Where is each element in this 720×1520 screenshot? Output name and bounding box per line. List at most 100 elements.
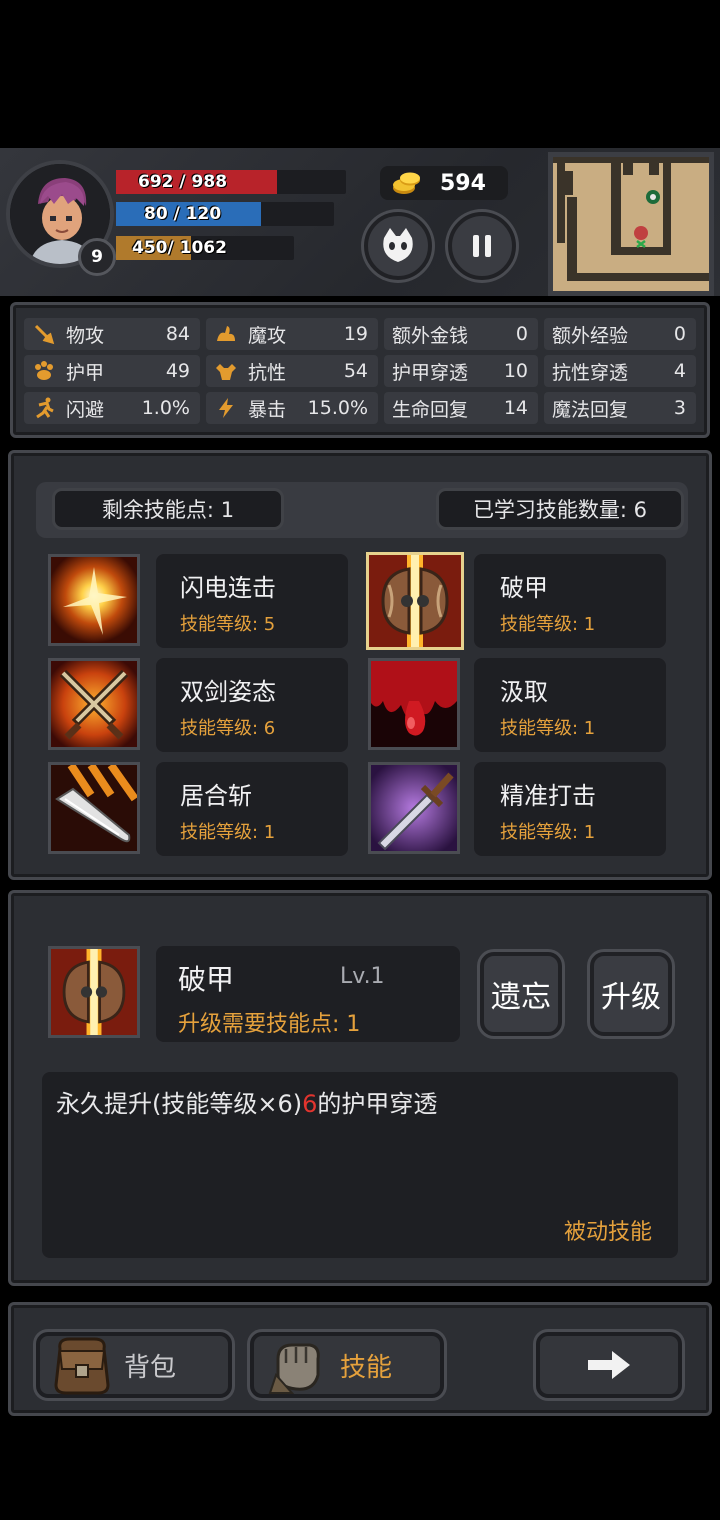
forget-button[interactable]: 遗忘 — [480, 952, 562, 1036]
skill-level: 技能等级: 1 — [500, 718, 596, 739]
backpack-icon — [54, 1337, 110, 1395]
skill-name: 双剑姿态 — [180, 678, 276, 706]
bag-button[interactable]: 背包 — [36, 1332, 232, 1398]
skill-icon-dual-sword-stance[interactable] — [48, 658, 140, 750]
desc-suffix: 的护甲穿透 — [317, 1090, 438, 1118]
upgrade-cost: 升级需要技能点: 1 — [178, 1012, 361, 1037]
skill-level: 技能等级: 1 — [180, 822, 276, 843]
stat-value: 54 — [343, 360, 368, 382]
stat-label: 魔法回复 — [552, 398, 629, 421]
desc-value: 6 — [302, 1090, 318, 1118]
stat-label: 抗性 — [248, 361, 287, 384]
stats-grid: 物攻 84 魔攻 19 额外金钱 0 额外经验 0 护甲 49 抗性 54 护甲… — [24, 318, 696, 426]
stat-value: 15.0% — [307, 397, 368, 419]
detail-skill-name: 破甲 — [178, 963, 235, 996]
skill-icon-iai-slash[interactable] — [48, 762, 140, 854]
skills-button[interactable]: 技能 — [250, 1332, 444, 1398]
sword-icon — [32, 322, 56, 346]
stat-value: 84 — [165, 323, 190, 345]
stat-label: 护甲穿透 — [392, 361, 469, 384]
stat-label: 魔攻 — [248, 324, 287, 347]
learned-skill-count: 已学习技能数量: 6 — [436, 488, 684, 530]
minimap[interactable] — [548, 152, 714, 296]
stat-resistance: 抗性 54 — [206, 355, 378, 387]
precise-sword-icon — [371, 765, 457, 851]
xp-text: 450 / 1062 — [132, 236, 227, 260]
runner-icon — [32, 396, 56, 420]
skill-icon-lightning-combo[interactable] — [48, 554, 140, 646]
skill-icon-armor-break[interactable] — [366, 552, 464, 650]
stat-value: 1.0% — [141, 397, 190, 419]
stat-extra-gold: 额外金钱 0 — [384, 318, 538, 350]
stat-label: 护甲 — [66, 361, 105, 384]
stat-armor-penetration: 护甲穿透 10 — [384, 355, 538, 387]
stat-value: 14 — [503, 397, 528, 419]
skill-card-armor-break[interactable]: 破甲 技能等级: 1 — [474, 554, 666, 648]
shield-break-icon — [51, 949, 137, 1035]
arrow-right-icon — [588, 1351, 630, 1379]
stat-value: 19 — [343, 323, 368, 345]
skill-level: 技能等级: 1 — [500, 614, 596, 635]
stat-value: 0 — [673, 323, 686, 345]
cat-face-icon — [383, 228, 413, 262]
upgrade-button[interactable]: 升级 — [590, 952, 672, 1036]
stat-label: 额外金钱 — [392, 324, 469, 347]
stat-label: 物攻 — [66, 324, 105, 347]
skill-card-dual-sword-stance[interactable]: 双剑姿态 技能等级: 6 — [156, 658, 348, 752]
pet-button[interactable] — [364, 212, 432, 280]
lightning-icon — [214, 396, 238, 420]
stat-value: 0 — [515, 323, 528, 345]
blade-slash-icon — [51, 765, 137, 851]
stat-mp-regen: 魔法回复 3 — [544, 392, 696, 424]
stat-value: 49 — [165, 360, 190, 382]
skill-card-precise-strike[interactable]: 精准打击 技能等级: 1 — [474, 762, 666, 856]
skill-card-lightning-combo[interactable]: 闪电连击 技能等级: 5 — [156, 554, 348, 648]
stat-extra-exp: 额外经验 0 — [544, 318, 696, 350]
skill-name: 居合斩 — [180, 782, 252, 810]
stat-label: 暴击 — [248, 398, 287, 421]
level-badge: 9 — [78, 238, 116, 276]
xp-total: / 1062 — [167, 238, 227, 258]
stat-critical: 暴击 15.0% — [206, 392, 378, 424]
stat-magic-attack: 魔攻 19 — [206, 318, 378, 350]
mp-text: 80 / 120 — [144, 204, 222, 224]
pause-icon — [473, 235, 491, 257]
hand-magic-icon — [214, 322, 238, 346]
gold-amount: 594 — [440, 170, 486, 196]
stat-label: 抗性穿透 — [552, 361, 629, 384]
stat-value: 3 — [673, 397, 686, 419]
stat-label: 额外经验 — [552, 324, 629, 347]
skill-name: 精准打击 — [500, 782, 596, 810]
stat-label: 生命回复 — [392, 398, 469, 421]
minimap-layout-icon — [553, 157, 709, 291]
desc-prefix: 永久提升(技能等级×6) — [56, 1090, 303, 1118]
stat-value: 4 — [673, 360, 686, 382]
skill-description-box: 永久提升(技能等级×6)6的护甲穿透 被动技能 — [42, 1072, 678, 1258]
lightning-burst-icon — [51, 557, 137, 643]
skill-name: 闪电连击 — [180, 574, 276, 602]
remaining-skill-points: 剩余技能点: 1 — [52, 488, 284, 530]
detail-skill-level: Lv.1 — [340, 964, 385, 989]
skill-level: 技能等级: 1 — [500, 822, 596, 843]
skill-card-iai-slash[interactable]: 居合斩 技能等级: 1 — [156, 762, 348, 856]
blood-drain-icon — [371, 661, 457, 747]
muscle-icon — [214, 359, 238, 383]
stat-hp-regen: 生命回复 14 — [384, 392, 538, 424]
next-arrow-button[interactable] — [536, 1332, 682, 1398]
skill-card-drain[interactable]: 汲取 技能等级: 1 — [474, 658, 666, 752]
skill-type-label: 被动技能 — [563, 1220, 652, 1245]
gauntlet-fist-icon — [268, 1343, 320, 1394]
skill-icon-precise-strike[interactable] — [368, 762, 460, 854]
stat-label: 闪避 — [66, 398, 105, 421]
paw-armor-icon — [32, 359, 56, 383]
stat-value: 10 — [503, 360, 528, 382]
skill-name: 汲取 — [500, 678, 548, 706]
detail-skill-icon — [48, 946, 140, 1038]
crossed-swords-icon — [51, 661, 137, 747]
skill-description: 永久提升(技能等级×6)6的护甲穿透 — [56, 1084, 437, 1119]
xp-current: 450 — [132, 238, 168, 258]
skill-icon-drain[interactable] — [368, 658, 460, 750]
hp-text: 692 / 988 — [138, 172, 228, 192]
shield-break-icon — [369, 555, 461, 647]
pause-button[interactable] — [448, 212, 516, 280]
